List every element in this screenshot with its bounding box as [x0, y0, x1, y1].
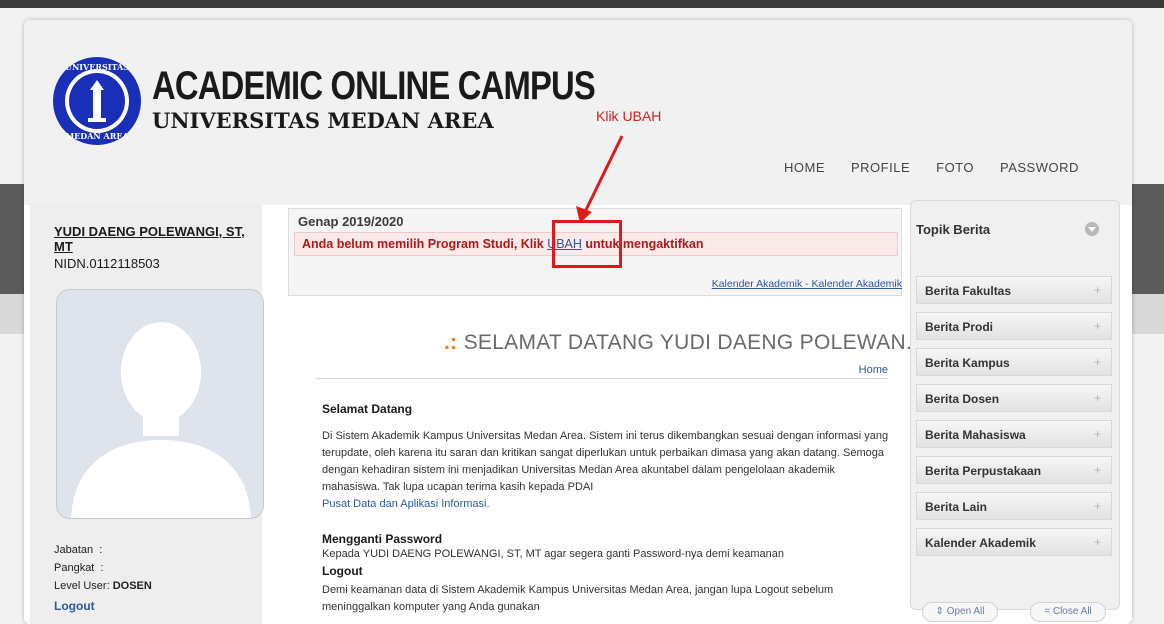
- sidebar-item-berita-kampus[interactable]: Berita Kampus +: [916, 348, 1112, 376]
- sidebar-item-berita-prodi[interactable]: Berita Prodi +: [916, 312, 1112, 340]
- nav-profile[interactable]: PROFILE: [851, 160, 910, 175]
- avatar: [56, 289, 264, 519]
- plus-icon: +: [1093, 283, 1101, 297]
- heading-selamat-datang: Selamat Datang: [322, 402, 413, 416]
- welcome-title: .: SELAMAT DATANG YUDI DAENG POLEWAN...: [444, 331, 925, 354]
- kalender-akademik-link[interactable]: Kalender Akademik - Kalender Akademik: [644, 278, 902, 290]
- plus-icon: +: [1093, 355, 1101, 369]
- plus-icon: +: [1093, 463, 1101, 477]
- jabatan-row: Jabatan :: [54, 544, 103, 556]
- svg-text:UNIVERSITAS: UNIVERSITAS: [65, 62, 129, 72]
- sidebar-item-berita-mahasiswa[interactable]: Berita Mahasiswa +: [916, 420, 1112, 448]
- expand-icon: ⇕: [935, 606, 944, 617]
- divider: [316, 378, 888, 379]
- plus-icon: +: [1093, 391, 1101, 405]
- nav-home[interactable]: HOME: [784, 160, 825, 175]
- sidebar-item-berita-perpustakaan[interactable]: Berita Perpustakaan +: [916, 456, 1112, 484]
- pangkat-row: Pangkat :: [54, 562, 104, 574]
- paragraph-intro: Di Sistem Akademik Kampus Universitas Me…: [322, 430, 889, 510]
- alert-text: Anda belum memilih Program Studi, Klik U…: [302, 237, 704, 251]
- paragraph-logout: Demi keamanan data di Sistem Akademik Ka…: [322, 584, 834, 613]
- annotation-highlight-box: [552, 220, 622, 268]
- heading-mengganti-password: Mengganti Password: [322, 532, 443, 546]
- breadcrumb-home[interactable]: Home: [804, 364, 888, 376]
- brand-subtitle: UNIVERSITAS MEDAN AREA: [152, 108, 494, 133]
- heading-logout: Logout: [322, 564, 363, 578]
- nav-password[interactable]: PASSWORD: [1000, 160, 1079, 175]
- sidebar-title: Topik Berita: [916, 222, 991, 237]
- plus-icon: +: [1093, 499, 1101, 513]
- sidebar-item-berita-dosen[interactable]: Berita Dosen +: [916, 384, 1112, 412]
- top-nav: HOME PROFILE FOTO PASSWORD: [784, 160, 1105, 175]
- university-seal-logo: UNIVERSITAS MEDAN AREA: [53, 57, 141, 145]
- collapse-toggle-icon[interactable]: [1085, 222, 1099, 236]
- sidebar-item-berita-fakultas[interactable]: Berita Fakultas +: [916, 276, 1112, 304]
- plus-icon: +: [1093, 427, 1101, 441]
- open-all-button[interactable]: ⇕ Open All: [922, 602, 998, 622]
- pdai-link[interactable]: Pusat Data dan Aplikasi Informasi.: [322, 498, 490, 510]
- logout-link[interactable]: Logout: [54, 599, 95, 613]
- level-row: Level User: DOSEN: [54, 580, 152, 592]
- close-all-button[interactable]: = Close All: [1030, 602, 1106, 622]
- default-avatar-icon: [71, 322, 251, 518]
- site-header: UNIVERSITAS MEDAN AREA ACADEMIC ONLINE C…: [24, 20, 1132, 205]
- annotation-label: Klik UBAH: [596, 108, 662, 124]
- page-container: UNIVERSITAS MEDAN AREA ACADEMIC ONLINE C…: [24, 20, 1132, 624]
- sidebar-item-berita-lain[interactable]: Berita Lain +: [916, 492, 1112, 520]
- brand-title: ACADEMIC ONLINE CAMPUS: [152, 64, 596, 108]
- top-strip: [0, 0, 1164, 8]
- svg-text:MEDAN AREA: MEDAN AREA: [65, 131, 129, 141]
- paragraph-password: Kepada YUDI DAENG POLEWANGI, ST, MT agar…: [322, 548, 784, 560]
- user-nidn: NIDN.0112118503: [54, 256, 160, 271]
- plus-icon: +: [1093, 535, 1101, 549]
- nav-foto[interactable]: FOTO: [936, 160, 974, 175]
- sidebar-item-kalender-akademik[interactable]: Kalender Akademik +: [916, 528, 1112, 556]
- dots-icon: .:: [444, 331, 458, 354]
- user-panel: YUDI DAENG POLEWANGI, ST, MT NIDN.011211…: [30, 204, 264, 624]
- level-value: DOSEN: [112, 580, 152, 592]
- collapse-icon: =: [1044, 606, 1051, 617]
- user-name: YUDI DAENG POLEWANGI, ST, MT: [54, 224, 245, 254]
- plus-icon: +: [1093, 319, 1101, 333]
- semester-label: Genap 2019/2020: [298, 214, 404, 229]
